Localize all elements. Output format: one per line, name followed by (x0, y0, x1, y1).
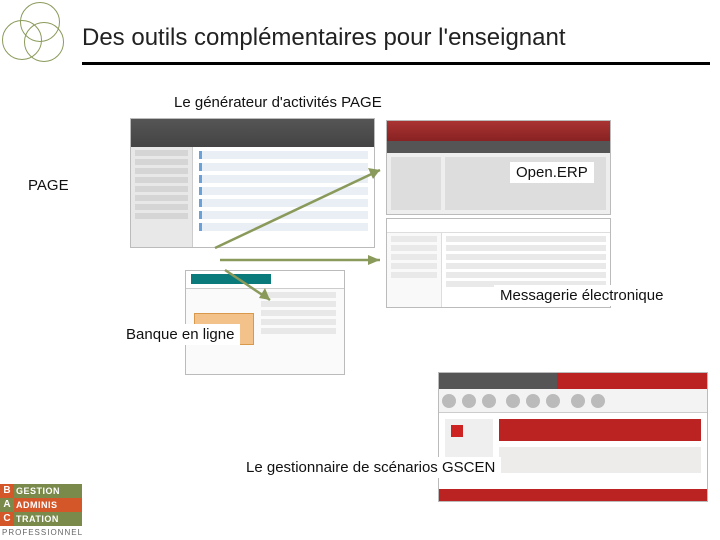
slide-title: Des outils complémentaires pour l'enseig… (82, 24, 566, 52)
label-openerp: Open.ERP (510, 162, 594, 183)
label-page: PAGE (22, 175, 75, 196)
logo-subtitle: PROFESSIONNEL (0, 526, 82, 540)
label-gscen: Le gestionnaire de scénarios GSCEN (240, 457, 501, 478)
screenshot-page (130, 118, 375, 248)
logo-letter-3: C (0, 512, 14, 526)
corner-decoration (2, 2, 72, 72)
logo-letter-1: B (0, 484, 14, 498)
label-bank: Banque en ligne (120, 324, 240, 345)
label-generator: Le générateur d'activités PAGE (168, 92, 388, 113)
footer-logo: BGESTION AADMINIS CTRATION PROFESSIONNEL (0, 484, 82, 540)
screenshot-bank (185, 270, 345, 375)
logo-text-2: ADMINIS (14, 498, 82, 512)
logo-text-3: TRATION (14, 512, 82, 526)
logo-letter-2: A (0, 498, 14, 512)
screenshot-gscen (438, 372, 708, 502)
logo-text-1: GESTION (14, 484, 82, 498)
label-mail: Messagerie électronique (494, 285, 669, 306)
title-underline (82, 62, 710, 65)
